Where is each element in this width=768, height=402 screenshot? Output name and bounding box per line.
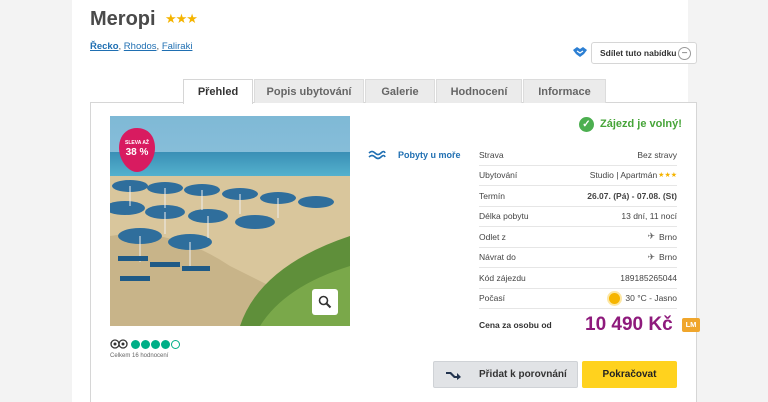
- left-gutter: [0, 0, 72, 402]
- rating-dot: [161, 339, 170, 349]
- availability-status: ✓ Zájezd je volný!: [579, 116, 682, 132]
- rating-dot: [131, 339, 140, 349]
- detail-row: Odlet z ✈ Brno: [479, 227, 677, 248]
- plane-icon: ✈: [647, 231, 656, 242]
- detail-value: 189185265044: [620, 272, 677, 283]
- page: Meropi ★★★ Řecko, Rhodos, Faliraki Sdíle…: [0, 0, 768, 402]
- detail-value: Studio | Apartmán ★★★: [589, 170, 677, 181]
- tab-bar: Přehled Popis ubytování Galerie Hodnocen…: [183, 79, 607, 104]
- detail-label: Ubytování: [479, 170, 518, 181]
- right-gutter: [688, 0, 768, 402]
- waves-icon: [368, 150, 386, 160]
- availability-label: Zájezd je volný!: [600, 118, 682, 130]
- detail-row: Ubytování Studio | Apartmán ★★★: [479, 166, 677, 186]
- detail-value: Bez stravy: [637, 149, 677, 160]
- review-count[interactable]: Celkem 16 hodnocení: [110, 353, 168, 359]
- add-to-compare-button[interactable]: Přidat k porovnání: [433, 361, 578, 388]
- share-button[interactable]: Sdílet tuto nabídku −: [591, 42, 697, 64]
- plane-icon: ✈: [647, 251, 656, 262]
- tab-gallery[interactable]: Galerie: [365, 79, 435, 103]
- handshake-icon[interactable]: [572, 44, 588, 60]
- detail-row: Délka pobytu 13 dní, 11 nocí: [479, 207, 677, 227]
- feature-sea-stay[interactable]: Pobyty u moře: [398, 150, 461, 160]
- detail-label: Strava: [479, 149, 504, 160]
- price-label: Cena za osobu od: [479, 320, 552, 330]
- sun-icon: [609, 292, 621, 304]
- expand-icon: −: [678, 47, 691, 60]
- discount-badge-top: SLEVA AŽ: [125, 140, 149, 146]
- discount-badge-value: 38 %: [125, 147, 149, 158]
- compare-arrow-icon: [446, 371, 461, 380]
- check-icon: ✓: [579, 116, 594, 132]
- detail-row: Strava Bez stravy: [479, 145, 677, 166]
- breadcrumb: Řecko, Rhodos, Faliraki: [90, 41, 193, 52]
- detail-value: 26.07. (Pá) - 07.08. (St): [587, 190, 677, 201]
- price-section: Cena za osobu od 10 490 Kč LM: [479, 312, 709, 340]
- breadcrumb-country[interactable]: Řecko: [90, 41, 119, 52]
- rating-dot: [141, 339, 150, 349]
- compare-label: Přidat k porovnání: [479, 369, 567, 380]
- share-label: Sdílet tuto nabídku: [600, 48, 677, 58]
- rating-dot: [171, 339, 180, 349]
- detail-row: Návrat do ✈ Brno: [479, 248, 677, 268]
- tab-accommodation[interactable]: Popis ubytování: [254, 79, 364, 103]
- detail-row: Počasí 30 °C - Jasno: [479, 289, 677, 309]
- breadcrumb-city[interactable]: Faliraki: [162, 41, 193, 52]
- detail-value: 30 °C - Jasno: [609, 292, 677, 304]
- continue-button[interactable]: Pokračovat: [582, 361, 677, 388]
- detail-row: Kód zájezdu 189185265044: [479, 268, 677, 289]
- detail-label: Termín: [479, 190, 505, 201]
- continue-label: Pokračovat: [602, 369, 657, 380]
- hotel-stars: ★★★: [165, 11, 198, 26]
- detail-label: Délka pobytu: [479, 211, 529, 222]
- trip-details: Strava Bez stravy Ubytování Studio | Apa…: [479, 145, 677, 309]
- zoom-button[interactable]: [312, 289, 338, 315]
- detail-value: ✈ Brno: [647, 251, 677, 263]
- hotel-photo[interactable]: SLEVA AŽ 38 %: [110, 116, 350, 326]
- hotel-title: Meropi: [90, 8, 156, 30]
- detail-label: Návrat do: [479, 252, 516, 263]
- tripadvisor-rating[interactable]: [110, 338, 181, 350]
- rating-dot: [151, 339, 160, 349]
- magnifier-icon: [318, 295, 332, 309]
- detail-label: Odlet z: [479, 231, 506, 242]
- breadcrumb-region[interactable]: Rhodos: [124, 41, 157, 52]
- last-minute-badge: LM: [682, 318, 700, 332]
- tripadvisor-owl-icon: [110, 339, 128, 349]
- tab-reviews[interactable]: Hodnocení: [436, 79, 522, 103]
- tab-information[interactable]: Informace: [523, 79, 606, 103]
- accommodation-stars: ★★★: [658, 172, 677, 180]
- detail-label: Počasí: [479, 293, 505, 304]
- detail-value: ✈ Brno: [647, 231, 677, 242]
- detail-value: 13 dní, 11 nocí: [621, 211, 677, 222]
- tab-overview[interactable]: Přehled: [183, 79, 253, 104]
- detail-row: Termín 26.07. (Pá) - 07.08. (St): [479, 186, 677, 207]
- detail-label: Kód zájezdu: [479, 272, 526, 283]
- price-value: 10 490 Kč: [585, 314, 673, 335]
